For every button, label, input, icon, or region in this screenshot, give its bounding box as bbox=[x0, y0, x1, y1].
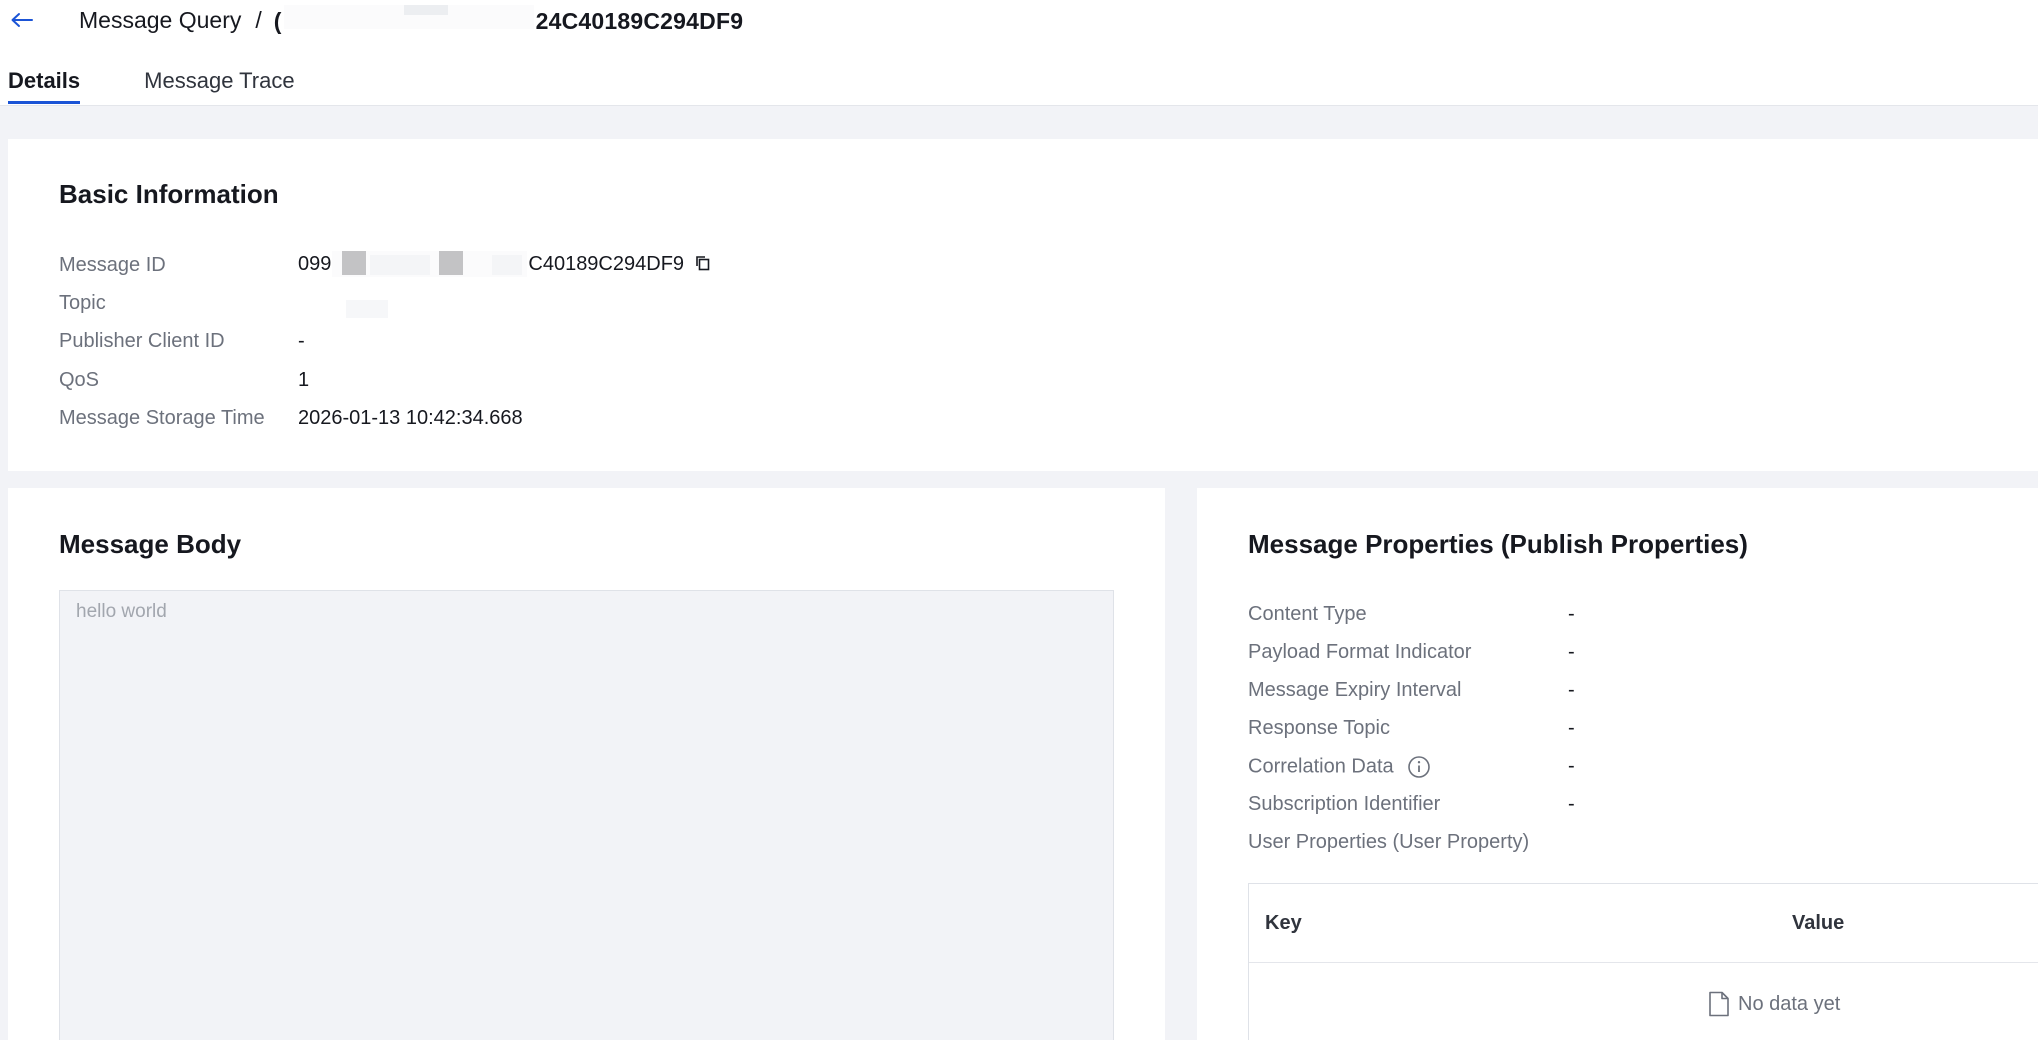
back-button[interactable] bbox=[6, 6, 38, 34]
payload-format-indicator-label: Payload Format Indicator bbox=[1248, 641, 1472, 663]
tab-bar: Details Message Trace bbox=[8, 64, 359, 106]
topic-label: Topic bbox=[59, 292, 106, 314]
message-body-card: Message Body hello world bbox=[8, 488, 1165, 1040]
message-body-title: Message Body bbox=[59, 529, 242, 559]
correlation-data-label-wrap: Correlation Data bbox=[1248, 755, 1431, 779]
breadcrumb-separator: / bbox=[255, 6, 262, 33]
message-body-content[interactable]: hello world bbox=[59, 590, 1114, 1040]
message-storage-time-value: 2026-01-13 10:42:34.668 bbox=[298, 407, 523, 429]
message-expiry-interval-label: Message Expiry Interval bbox=[1248, 679, 1462, 701]
response-topic-label: Response Topic bbox=[1248, 717, 1390, 739]
redaction-mask bbox=[283, 5, 534, 29]
empty-state: No data yet bbox=[1249, 964, 2038, 1040]
copy-icon[interactable] bbox=[694, 254, 714, 274]
content-type-value: - bbox=[1568, 603, 1575, 625]
subscription-identifier-label: Subscription Identifier bbox=[1248, 793, 1441, 815]
payload-format-indicator-value: - bbox=[1568, 641, 1575, 663]
redaction-mask bbox=[346, 300, 388, 318]
message-properties-title: Message Properties (Publish Properties) bbox=[1248, 529, 1748, 559]
message-storage-time-label: Message Storage Time bbox=[59, 407, 265, 429]
info-icon[interactable] bbox=[1407, 755, 1431, 779]
column-header-value: Value bbox=[1792, 912, 1845, 934]
message-id-label: Message ID bbox=[59, 254, 166, 276]
breadcrumb-current-start: ( bbox=[273, 8, 282, 34]
table-header-row: Key Value bbox=[1249, 884, 2038, 963]
top-bar: Message Query / (24C40189C294DF9 Details… bbox=[0, 0, 2038, 106]
tab-message-trace[interactable]: Message Trace bbox=[144, 60, 294, 102]
arrow-left-icon bbox=[11, 13, 33, 27]
breadcrumb-root[interactable]: Message Query bbox=[79, 7, 241, 34]
user-properties-table: Key Value No data yet bbox=[1248, 883, 2038, 1040]
breadcrumb: Message Query / (24C40189C294DF9 bbox=[79, 5, 743, 35]
basic-information-card: Basic Information Message ID 099 C40189C2… bbox=[8, 139, 2038, 471]
breadcrumb-current-end: 24C40189C294DF9 bbox=[535, 8, 744, 34]
breadcrumb-current: (24C40189C294DF9 bbox=[274, 5, 743, 35]
user-properties-label: User Properties (User Property) bbox=[1248, 831, 1530, 853]
tab-details[interactable]: Details bbox=[8, 60, 81, 104]
publisher-client-id-label: Publisher Client ID bbox=[59, 330, 225, 352]
basic-information-title: Basic Information bbox=[59, 179, 279, 209]
qos-label: QoS bbox=[59, 369, 100, 391]
qos-value: 1 bbox=[298, 369, 310, 391]
document-icon bbox=[1708, 991, 1730, 1017]
content-type-label: Content Type bbox=[1248, 603, 1367, 625]
message-id-start: 099 bbox=[298, 252, 332, 275]
correlation-data-value: - bbox=[1568, 755, 1575, 777]
response-topic-value: - bbox=[1568, 717, 1575, 739]
subscription-identifier-value: - bbox=[1568, 793, 1575, 815]
empty-state-text: No data yet bbox=[1738, 992, 1841, 1015]
publisher-client-id-value: - bbox=[298, 330, 305, 352]
column-header-key: Key bbox=[1265, 912, 1302, 934]
message-id-value: 099 C40189C294DF9 bbox=[298, 251, 714, 277]
message-id-end: C40189C294DF9 bbox=[528, 252, 685, 275]
message-properties-card: Message Properties (Publish Properties) … bbox=[1197, 488, 2038, 1040]
correlation-data-label: Correlation Data bbox=[1248, 755, 1394, 778]
message-expiry-interval-value: - bbox=[1568, 679, 1575, 701]
redaction-mask bbox=[332, 251, 528, 277]
